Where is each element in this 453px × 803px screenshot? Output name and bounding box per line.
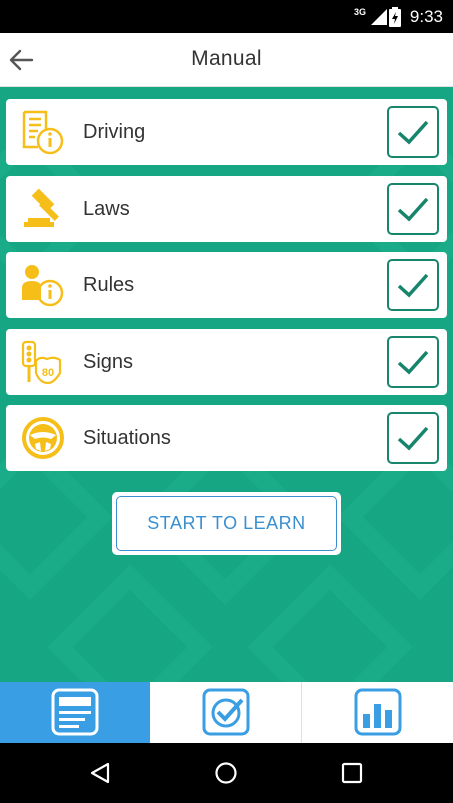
sign-number: 80 <box>42 367 54 379</box>
battery-charging-icon <box>389 7 401 27</box>
category-label: Driving <box>83 121 146 143</box>
clock: 9:33 <box>409 7 443 26</box>
category-card-driving[interactable]: Driving <box>6 99 447 165</box>
category-list: Driving Laws Rules 80 Signs Situations <box>6 99 447 482</box>
gavel-icon <box>24 188 59 227</box>
completed-checkbox[interactable] <box>387 259 439 311</box>
toolbar: Manual <box>0 33 453 87</box>
checkmark-icon <box>397 350 429 374</box>
content-area: Driving Laws Rules 80 Signs Situations S… <box>0 87 453 682</box>
checkmark-icon <box>397 120 429 145</box>
completed-checkbox[interactable] <box>387 106 439 158</box>
tab-manual[interactable] <box>0 682 150 743</box>
person-info-icon <box>22 265 64 307</box>
bar-chart-icon <box>354 688 402 736</box>
signal-icon <box>371 9 387 25</box>
tab-test[interactable] <box>150 682 302 743</box>
category-label: Situations <box>83 427 171 449</box>
nav-home-icon[interactable] <box>214 761 238 785</box>
checkmark-icon <box>397 426 429 451</box>
tab-stats[interactable] <box>303 682 453 743</box>
category-card-situations[interactable]: Situations <box>6 405 447 471</box>
completed-checkbox[interactable] <box>387 335 439 388</box>
completed-checkbox[interactable] <box>387 182 439 235</box>
steering-wheel-icon <box>22 417 64 459</box>
start-button-frame: START TO LEARN <box>112 492 341 555</box>
checkmark-icon <box>397 197 429 221</box>
status-bar: 3G 9:33 <box>0 0 453 33</box>
start-to-learn-button[interactable]: START TO LEARN <box>116 496 337 551</box>
category-card-signs[interactable]: 80 Signs <box>6 328 447 395</box>
category-card-rules[interactable]: Rules <box>6 252 447 318</box>
checkmark-icon <box>397 273 429 298</box>
category-label: Signs <box>83 350 134 373</box>
page-title: Manual <box>191 47 262 70</box>
checkbox-icon <box>202 688 249 736</box>
category-label: Rules <box>83 274 135 296</box>
completed-checkbox[interactable] <box>387 412 439 464</box>
document-info-icon <box>22 110 64 155</box>
nav-recents-icon[interactable] <box>340 761 364 785</box>
road-sign-icon: 80 <box>21 340 62 384</box>
category-label: Laws <box>83 197 130 220</box>
manual-card-icon <box>51 688 99 736</box>
category-card-laws[interactable]: Laws <box>6 175 447 242</box>
network-type: 3G <box>353 7 366 17</box>
bottom-tab-bar <box>0 682 453 743</box>
nav-back-icon[interactable] <box>88 761 112 785</box>
system-navigation-bar <box>0 743 453 803</box>
